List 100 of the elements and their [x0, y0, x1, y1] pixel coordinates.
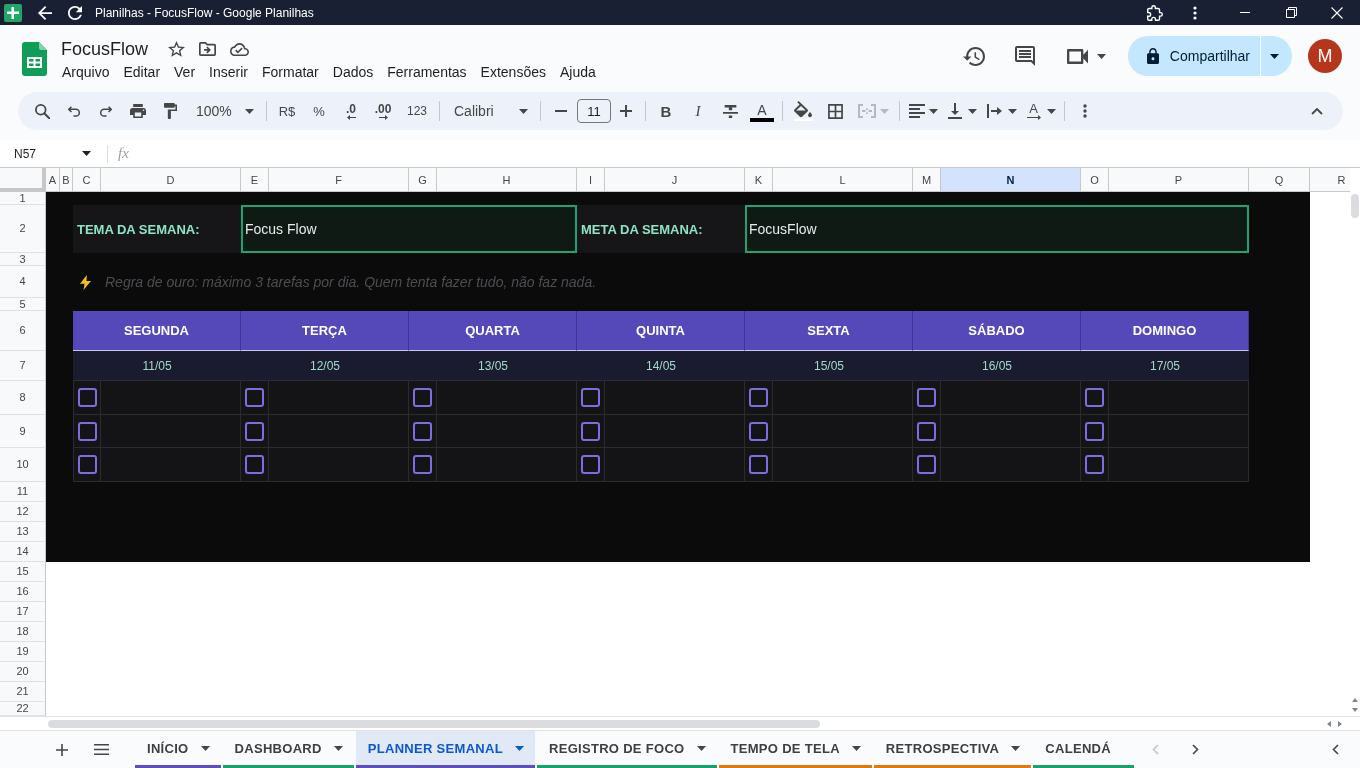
checkbox[interactable] — [917, 421, 936, 441]
italic-button[interactable]: I — [682, 97, 714, 125]
column-header[interactable]: L — [773, 168, 913, 192]
row-header[interactable]: 2 — [0, 205, 46, 253]
percent-format-button[interactable]: % — [303, 97, 335, 125]
sheet-tab[interactable]: TEMPO DE TELA — [718, 731, 872, 768]
comment-icon[interactable] — [1014, 46, 1035, 66]
currency-format-button[interactable]: R$ — [271, 97, 303, 125]
row-header[interactable]: 13 — [0, 522, 46, 542]
column-header[interactable]: P — [1109, 168, 1249, 192]
column-header[interactable]: K — [745, 168, 773, 192]
video-camera-icon[interactable] — [1066, 48, 1088, 64]
menu-item[interactable]: Ajuda — [559, 64, 596, 80]
column-header[interactable]: C — [73, 168, 101, 192]
chevron-right-icon[interactable] — [1191, 744, 1199, 755]
user-avatar[interactable]: M — [1308, 39, 1342, 73]
text-color-button[interactable]: A — [750, 100, 774, 122]
row-header[interactable]: 14 — [0, 542, 46, 562]
menu-icon[interactable] — [94, 744, 109, 755]
reload-icon[interactable] — [68, 5, 82, 20]
strikethrough-icon[interactable] — [722, 104, 738, 118]
scroll-up-icon[interactable] — [1352, 698, 1358, 702]
menu-item[interactable]: Formatar — [261, 64, 319, 80]
row-header[interactable]: 6 — [0, 311, 46, 351]
zoom-dropdown[interactable]: 100% — [186, 97, 262, 125]
row-header[interactable]: 4 — [0, 266, 46, 298]
sheet-tab[interactable]: DASHBOARD — [222, 731, 354, 768]
checkbox[interactable] — [413, 455, 432, 474]
menu-item[interactable]: Dados — [332, 64, 374, 80]
name-box[interactable]: N57 — [0, 140, 100, 167]
sheet-tab[interactable]: REGISTRO DE FOCO — [536, 731, 717, 768]
row-header[interactable]: 16 — [0, 582, 46, 602]
column-header[interactable]: D — [101, 168, 241, 192]
back-arrow-icon[interactable] — [38, 5, 52, 20]
checkbox[interactable] — [749, 421, 768, 441]
more-options-icon[interactable] — [1083, 104, 1087, 118]
text-rotation-button[interactable]: A — [1022, 97, 1060, 125]
checkbox[interactable] — [917, 455, 936, 474]
scroll-left-icon[interactable] — [1327, 720, 1331, 727]
row-header[interactable]: 20 — [0, 662, 46, 682]
checkbox[interactable] — [245, 455, 264, 474]
sheet-tab[interactable]: RETROSPECTIVA — [873, 731, 1032, 768]
column-header[interactable]: H — [437, 168, 577, 192]
column-header[interactable]: Q — [1249, 168, 1310, 192]
column-header[interactable]: G — [409, 168, 437, 192]
column-header[interactable]: I — [577, 168, 605, 192]
folder-move-icon[interactable] — [199, 42, 217, 56]
goal-field[interactable]: FocusFlow — [745, 205, 1249, 253]
checkbox[interactable] — [77, 455, 97, 474]
checkbox[interactable] — [245, 388, 264, 407]
plus-icon[interactable] — [56, 743, 68, 756]
font-dropdown[interactable]: Calibri — [444, 97, 536, 125]
sheet-tab[interactable]: INÍCIO — [135, 731, 221, 768]
scroll-down-icon[interactable] — [1352, 708, 1358, 712]
row-header[interactable]: 18 — [0, 622, 46, 642]
row-header[interactable]: 1 — [0, 192, 46, 205]
menu-item[interactable]: Inserir — [209, 64, 248, 80]
close-icon[interactable] — [1331, 6, 1343, 19]
row-header[interactable]: 10 — [0, 448, 46, 482]
column-header[interactable]: F — [269, 168, 409, 192]
bold-button[interactable]: B — [650, 97, 682, 125]
checkbox[interactable] — [749, 455, 768, 474]
cloud-check-icon[interactable] — [230, 42, 250, 56]
document-title[interactable]: FocusFlow — [61, 38, 149, 60]
menu-item[interactable]: Ferramentas — [387, 64, 467, 80]
spreadsheet-logo[interactable] — [22, 42, 47, 76]
plus-icon[interactable] — [620, 105, 632, 117]
row-header[interactable]: 15 — [0, 562, 46, 582]
share-button[interactable]: Compartilhar — [1127, 36, 1260, 76]
checkbox[interactable] — [581, 455, 600, 474]
checkbox[interactable] — [1085, 455, 1104, 474]
undo-icon[interactable] — [68, 105, 80, 117]
restore-icon[interactable] — [1286, 7, 1297, 18]
row-header[interactable]: 9 — [0, 415, 46, 448]
column-header[interactable]: A — [46, 168, 60, 192]
row-header[interactable]: 17 — [0, 602, 46, 622]
checkbox[interactable] — [77, 421, 97, 441]
column-header[interactable]: B — [60, 168, 73, 192]
row-header[interactable]: 5 — [0, 298, 46, 311]
row-header[interactable]: 22 — [0, 702, 46, 716]
menu-item[interactable]: Ver — [174, 64, 196, 80]
scrollbar-thumb[interactable] — [1351, 194, 1359, 218]
checkbox[interactable] — [581, 421, 600, 441]
number-format-button[interactable]: 123 — [399, 97, 435, 125]
decrease-decimals-button[interactable]: .0 — [335, 97, 367, 125]
chevron-up-icon[interactable] — [1311, 107, 1323, 115]
increase-decimals-button[interactable]: .00 — [367, 97, 399, 125]
puzzle-piece-icon[interactable] — [1147, 4, 1163, 21]
column-header[interactable]: N — [941, 168, 1081, 192]
column-header[interactable]: M — [913, 168, 941, 192]
checkbox[interactable] — [581, 388, 600, 407]
row-header[interactable]: 8 — [0, 381, 46, 415]
font-size-field[interactable]: 11 — [577, 99, 611, 123]
row-header[interactable]: 7 — [0, 351, 46, 381]
text-wrap-icon[interactable] — [987, 104, 1002, 118]
scroll-right-icon[interactable] — [1338, 720, 1342, 727]
print-icon[interactable] — [130, 104, 146, 118]
row-header[interactable]: 21 — [0, 682, 46, 702]
sheet-tab[interactable]: PLANNER SEMANAL — [355, 731, 535, 768]
sheet-tab[interactable]: CALENDÁ — [1033, 731, 1134, 768]
